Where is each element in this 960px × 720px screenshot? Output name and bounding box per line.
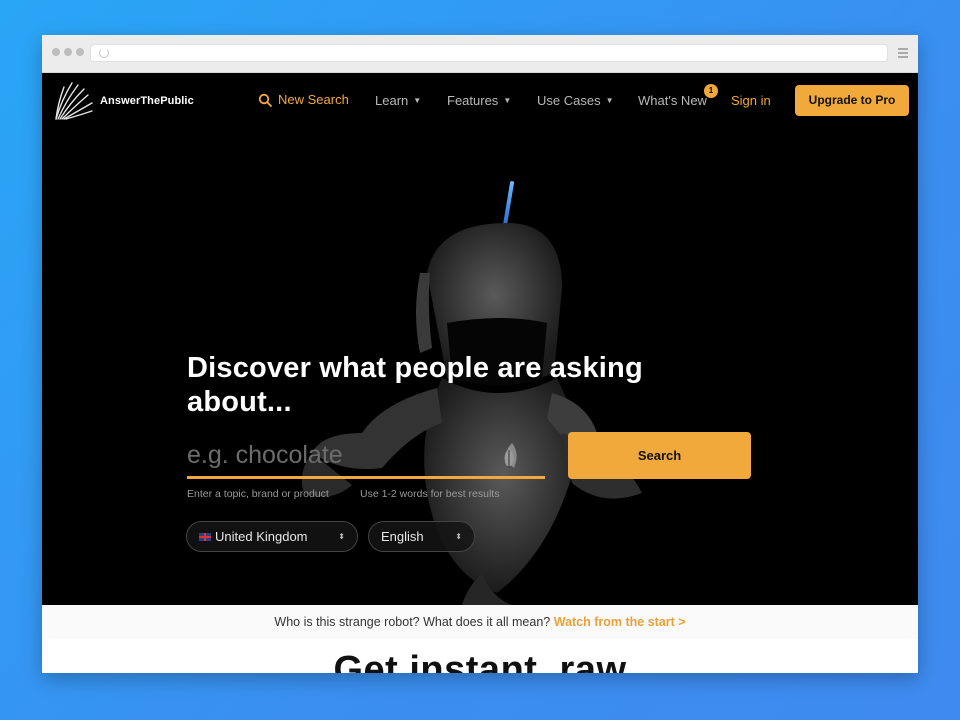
hint-words: Use 1-2 words for best results: [360, 488, 500, 500]
address-bar[interactable]: [90, 44, 888, 62]
language-value: English: [381, 529, 424, 544]
hint-topic: Enter a topic, brand or product: [187, 488, 329, 500]
brand-logo[interactable]: AnswerThePublic: [52, 79, 194, 123]
search-input[interactable]: [187, 435, 545, 479]
upgrade-button[interactable]: Upgrade to Pro: [795, 85, 909, 116]
minimize-dot[interactable]: [64, 48, 72, 56]
hero-headline: Discover what people are asking about...: [187, 352, 643, 418]
nav-features[interactable]: Features ▼: [447, 93, 511, 108]
whats-new-badge: 1: [704, 84, 718, 98]
watch-link[interactable]: Watch from the start >: [554, 615, 686, 629]
section-title: Get instant, raw: [333, 649, 627, 673]
close-dot[interactable]: [52, 48, 60, 56]
country-select[interactable]: United Kingdom ⬍: [186, 521, 358, 552]
nav-features-label: Features: [447, 93, 499, 108]
language-select[interactable]: English ⬍: [368, 521, 475, 552]
nav-learn[interactable]: Learn ▼: [375, 93, 421, 108]
search-button[interactable]: Search: [568, 432, 751, 479]
browser-toolbar: [42, 35, 918, 73]
robot-illustration: [301, 181, 642, 605]
leaf-icon: [504, 448, 514, 468]
robot-info-strip: Who is this strange robot? What does it …: [42, 605, 918, 639]
flag-icon: [199, 533, 211, 541]
maximize-dot[interactable]: [76, 48, 84, 56]
nav-use-cases-label: Use Cases: [537, 93, 601, 108]
chevron-down-icon: ▼: [605, 96, 614, 105]
hero-section: AnswerThePublic New Search Learn ▼ Featur…: [42, 73, 918, 605]
strip-text: Who is this strange robot? What does it …: [274, 615, 551, 629]
features-section: Get instant, raw: [42, 639, 918, 673]
new-search-label: New Search: [278, 92, 349, 107]
country-value: United Kingdom: [215, 529, 308, 544]
nav-whats-new[interactable]: What's New: [638, 93, 707, 108]
nav-use-cases[interactable]: Use Cases ▼: [537, 93, 614, 108]
browser-window: AnswerThePublic New Search Learn ▼ Featur…: [42, 35, 918, 673]
brand-name: AnswerThePublic: [100, 95, 194, 107]
chevron-down-icon: ▼: [503, 96, 512, 105]
sign-in-link[interactable]: Sign in: [731, 93, 771, 108]
page: AnswerThePublic New Search Learn ▼ Featur…: [42, 73, 918, 673]
top-navbar: AnswerThePublic New Search Learn ▼ Featur…: [42, 73, 918, 129]
updown-icon: ⬍: [455, 532, 462, 541]
nav-learn-label: Learn: [375, 93, 409, 108]
nav-whats-new-label: What's New: [638, 93, 707, 108]
window-controls: [52, 48, 84, 56]
logo-icon: [55, 82, 93, 120]
new-search-link[interactable]: New Search: [258, 92, 349, 107]
menu-icon[interactable]: [898, 48, 908, 60]
reload-icon[interactable]: [99, 48, 109, 58]
chevron-down-icon: ▼: [413, 96, 422, 105]
search-icon: [258, 93, 272, 107]
updown-icon: ⬍: [338, 532, 345, 541]
